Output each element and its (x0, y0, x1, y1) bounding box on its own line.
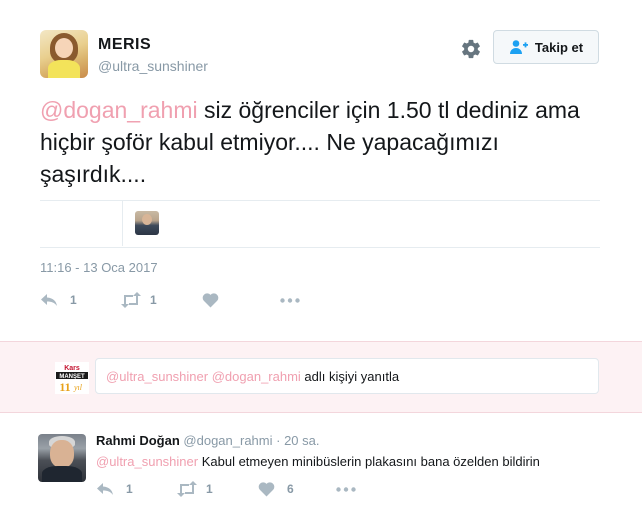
tweet-timestamp[interactable]: 11:16 - 13 Oca 2017 (40, 260, 158, 275)
reply-like-action[interactable]: 6 (258, 481, 294, 497)
liker-avatar[interactable] (135, 211, 159, 235)
current-user-logo[interactable]: Kars MANŞET 11 yıl (55, 362, 89, 394)
reply-like-count: 6 (287, 482, 294, 496)
reply-reply-action[interactable]: 1 (96, 481, 133, 497)
retweet-action[interactable]: 1 (120, 292, 157, 308)
logo-text-top: Kars (64, 365, 80, 372)
reply-text: @ultra_sunshiner Kabul etmeyen minibüsle… (96, 453, 616, 471)
tweet-text: @dogan_rahmi siz öğrenciler için 1.50 tl… (40, 94, 600, 190)
reply-mention-2[interactable]: @dogan_rahmi (212, 369, 301, 384)
author-name[interactable]: MERIS (98, 36, 151, 54)
like-action[interactable] (202, 292, 219, 308)
retweet-count: 1 (150, 293, 157, 307)
follow-button[interactable]: Takip et (493, 30, 599, 64)
reply-author-name[interactable]: Rahmi Doğan (96, 433, 180, 448)
reply-author-handle[interactable]: @dogan_rahmi (183, 433, 272, 448)
add-user-icon (509, 40, 528, 54)
svg-text:11: 11 (59, 380, 70, 394)
reply-placeholder-suffix: adlı kişiyi yanıtla (300, 369, 400, 384)
logo-text-bottom: yıl (73, 383, 83, 392)
more-dots-icon (336, 487, 356, 492)
reply-text-body: Kabul etmeyen minibüslerin plakasını ban… (198, 454, 540, 469)
reply-header: Rahmi Doğan @dogan_rahmi · 20 sa. (96, 433, 320, 448)
follow-label: Takip et (534, 39, 584, 55)
reply-author-avatar[interactable] (38, 434, 86, 482)
likers-divider (122, 200, 123, 246)
reply-reply-count: 1 (126, 482, 133, 496)
tweet-mention-link[interactable]: @dogan_rahmi (40, 97, 198, 123)
reply-more-action[interactable] (336, 487, 356, 492)
reply-count: 1 (70, 293, 77, 307)
reply-action[interactable]: 1 (40, 292, 77, 308)
reply-icon (97, 483, 113, 495)
reply-retweet-action[interactable]: 1 (176, 481, 213, 497)
retweet-icon (177, 481, 197, 497)
reply-mention-link[interactable]: @ultra_sunshiner (96, 454, 198, 469)
author-avatar[interactable] (40, 30, 88, 78)
reply-icon (41, 294, 57, 306)
heart-icon (258, 482, 275, 497)
author-handle[interactable]: @ultra_sunshiner (98, 58, 208, 74)
more-dots-icon (280, 298, 300, 303)
likers-strip (40, 200, 600, 248)
reply-retweet-count: 1 (206, 482, 213, 496)
heart-icon (202, 293, 219, 308)
reply-time[interactable]: · 20 sa. (276, 433, 319, 448)
retweet-icon (121, 292, 141, 308)
gear-icon[interactable] (460, 38, 482, 60)
reply-mention-1[interactable]: @ultra_sunshiner (106, 369, 208, 384)
reply-input[interactable]: @ultra_sunshiner @dogan_rahmi adlı kişiy… (95, 358, 599, 394)
more-action[interactable] (280, 298, 300, 303)
